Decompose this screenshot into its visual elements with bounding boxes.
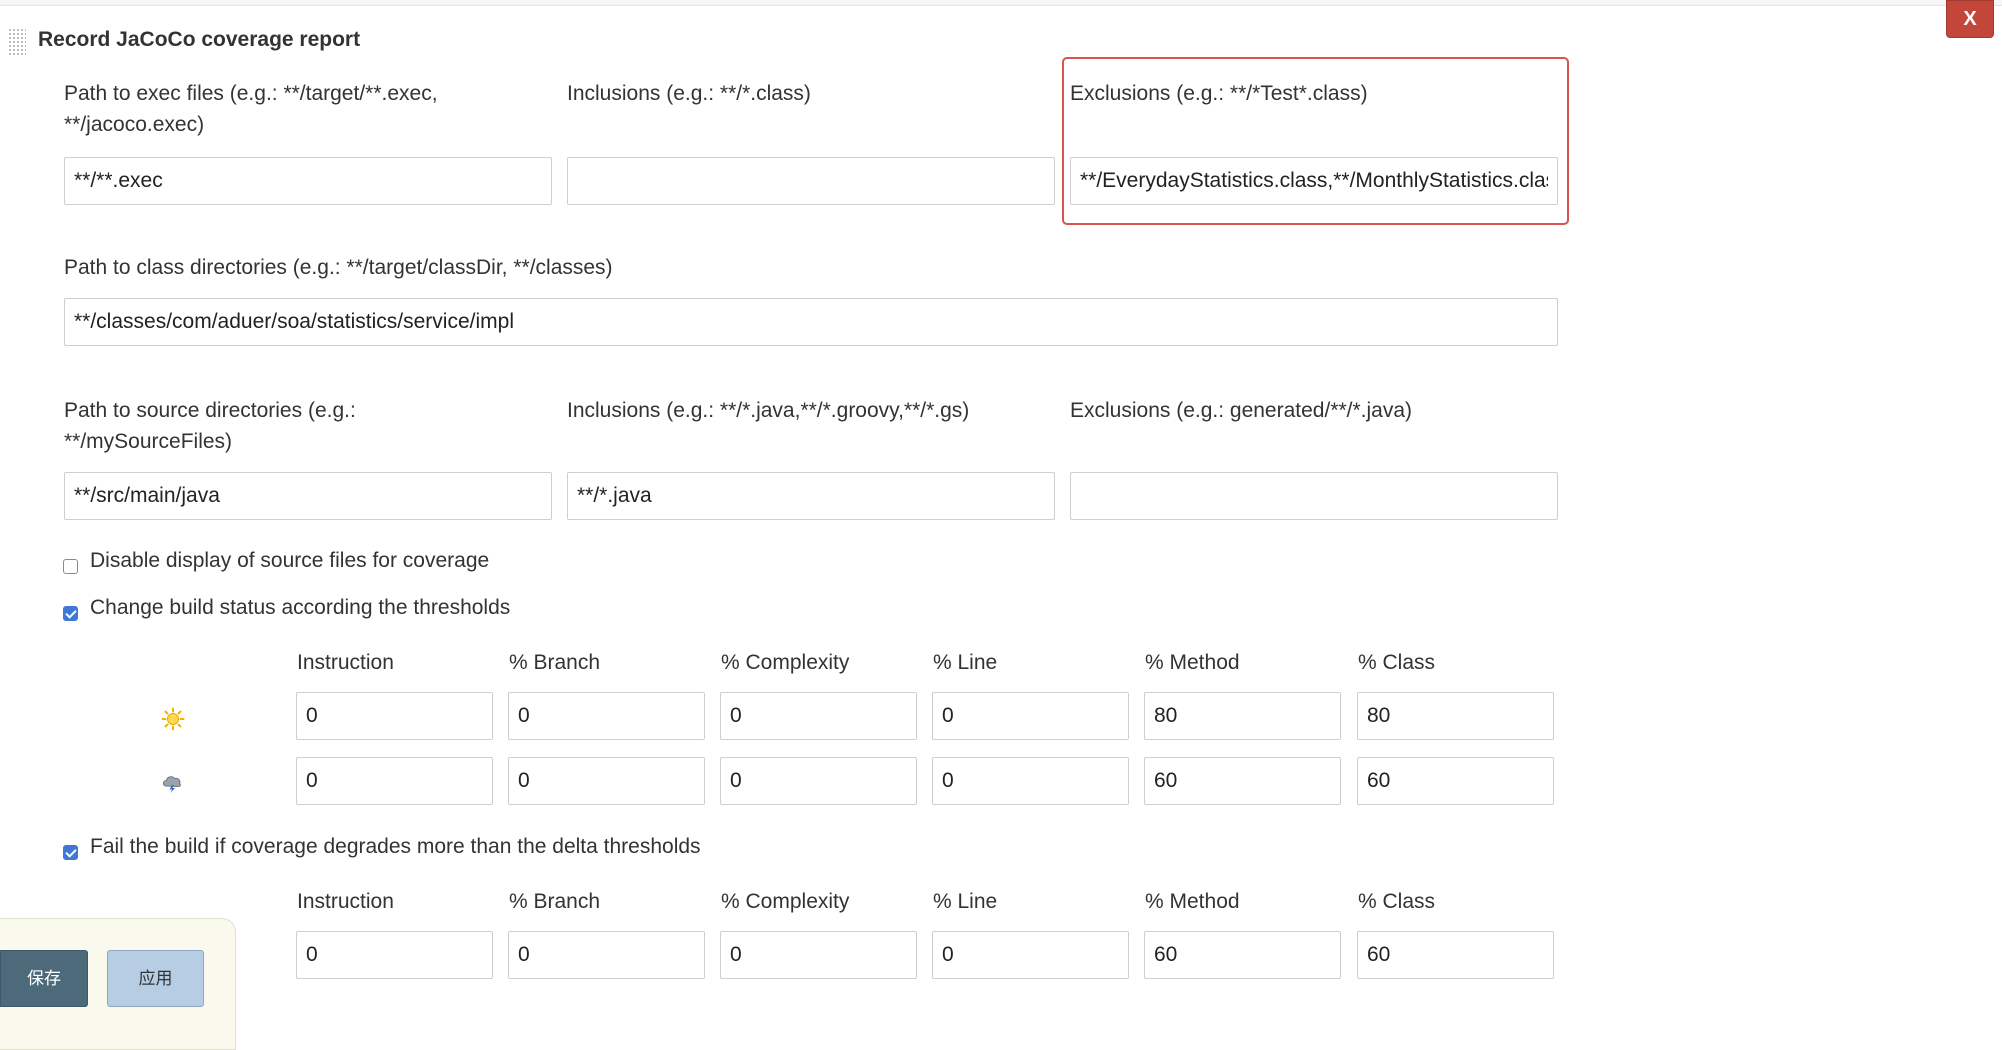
- threshold-sunny-complexity[interactable]: [720, 692, 917, 740]
- delta-header-method: % Method: [1145, 890, 1240, 913]
- fail-delta-label: Fail the build if coverage degrades more…: [90, 835, 701, 858]
- source-inclusions-input[interactable]: [567, 472, 1055, 520]
- exec-exclusions-label: Exclusions (e.g.: **/*Test*.class): [1070, 82, 1368, 105]
- threshold-storm-class[interactable]: [1357, 757, 1554, 805]
- delta-branch-input[interactable]: [508, 931, 705, 979]
- threshold-header-method: % Method: [1145, 651, 1240, 674]
- disable-source-checkbox[interactable]: [63, 559, 78, 574]
- threshold-sunny-class[interactable]: [1357, 692, 1554, 740]
- threshold-storm-instruction[interactable]: [296, 757, 493, 805]
- source-inclusions-label: Inclusions (e.g.: **/*.java,**/*.groovy,…: [567, 399, 970, 422]
- threshold-sunny-branch[interactable]: [508, 692, 705, 740]
- change-status-label: Change build status according the thresh…: [90, 596, 511, 619]
- delta-header-line: % Line: [933, 890, 998, 913]
- source-path-input[interactable]: [64, 472, 552, 520]
- delta-header-branch: % Branch: [509, 890, 601, 913]
- class-dirs-input[interactable]: [64, 298, 1558, 346]
- threshold-storm-line[interactable]: [932, 757, 1129, 805]
- source-exclusions-label: Exclusions (e.g.: generated/**/*.java): [1070, 399, 1413, 422]
- threshold-sunny-method[interactable]: [1144, 692, 1341, 740]
- change-status-checkbox[interactable]: [63, 606, 78, 621]
- exec-exclusions-input[interactable]: [1070, 157, 1558, 205]
- threshold-header-branch: % Branch: [509, 651, 601, 674]
- disable-source-label: Disable display of source files for cove…: [90, 549, 490, 572]
- top-divider: [0, 0, 2002, 6]
- threshold-header-complexity: % Complexity: [721, 651, 850, 674]
- threshold-storm-complexity[interactable]: [720, 757, 917, 805]
- class-dirs-label: Path to class directories (e.g.: **/targ…: [64, 256, 613, 279]
- delta-header-class: % Class: [1358, 890, 1436, 913]
- threshold-sunny-instruction[interactable]: [296, 692, 493, 740]
- threshold-header-line: % Line: [933, 651, 998, 674]
- drag-handle[interactable]: [8, 28, 26, 56]
- delta-line-input[interactable]: [932, 931, 1129, 979]
- apply-button[interactable]: 应用: [107, 950, 204, 1007]
- delta-complexity-input[interactable]: [720, 931, 917, 979]
- delta-method-input[interactable]: [1144, 931, 1341, 979]
- source-path-label: Path to source directories (e.g.: **/myS…: [64, 399, 356, 453]
- exec-path-label: Path to exec files (e.g.: **/target/**.e…: [64, 82, 438, 136]
- close-button[interactable]: X: [1946, 0, 1994, 38]
- threshold-storm-method[interactable]: [1144, 757, 1341, 805]
- exec-inclusions-input[interactable]: [567, 157, 1055, 205]
- delta-class-input[interactable]: [1357, 931, 1554, 979]
- fail-delta-checkbox[interactable]: [63, 845, 78, 860]
- storm-icon: [162, 776, 181, 793]
- section-title: Record JaCoCo coverage report: [38, 28, 361, 51]
- exec-inclusions-label: Inclusions (e.g.: **/*.class): [567, 82, 811, 105]
- delta-header-instruction: Instruction: [297, 890, 394, 913]
- delta-instruction-input[interactable]: [296, 931, 493, 979]
- threshold-header-instruction: Instruction: [297, 651, 394, 674]
- threshold-storm-branch[interactable]: [508, 757, 705, 805]
- threshold-header-class: % Class: [1358, 651, 1436, 674]
- sunny-icon: [161, 707, 185, 731]
- exec-path-input[interactable]: [64, 157, 552, 205]
- delta-header-complexity: % Complexity: [721, 890, 850, 913]
- save-button[interactable]: 保存: [0, 950, 88, 1007]
- source-exclusions-input[interactable]: [1070, 472, 1558, 520]
- threshold-sunny-line[interactable]: [932, 692, 1129, 740]
